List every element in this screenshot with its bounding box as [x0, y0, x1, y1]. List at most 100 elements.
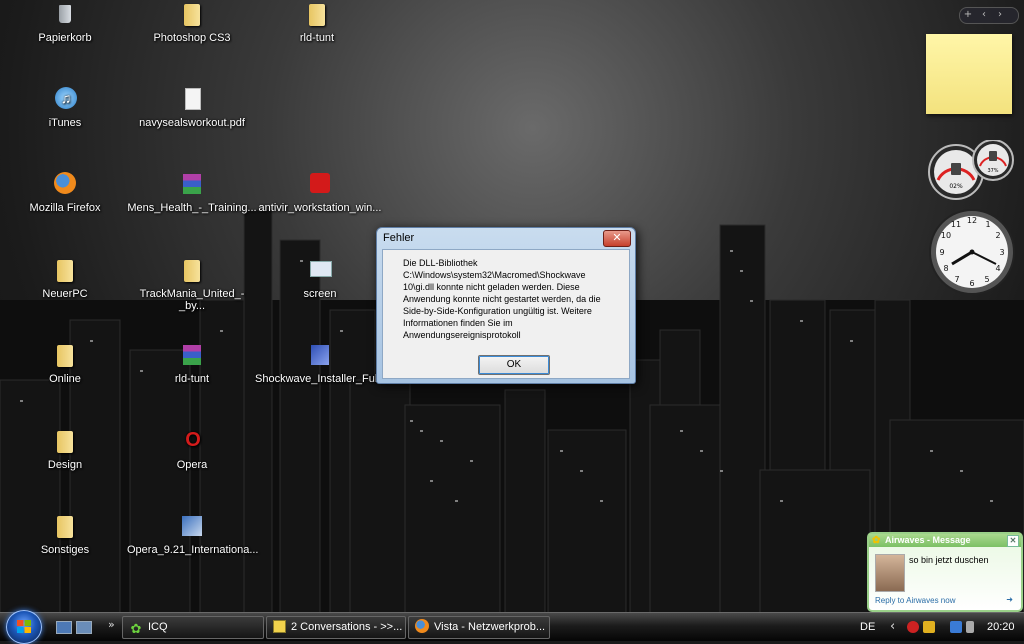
start-button[interactable] [6, 610, 42, 644]
folder-icon [52, 343, 78, 369]
desktop-icon-navysealsworkout-pdf[interactable]: navysealsworkout.pdf [127, 87, 257, 129]
windows-logo-icon [17, 620, 31, 633]
desktop-icon-label: navysealsworkout.pdf [139, 117, 245, 129]
task-label: ICQ [148, 621, 168, 633]
conversation-icon [273, 620, 286, 633]
desktop-icon-label: Mozilla Firefox [29, 202, 101, 214]
svg-text:9: 9 [939, 248, 944, 257]
cpu-meter-gadget[interactable]: 02% 37% [926, 140, 1016, 200]
installer-icon [307, 343, 333, 369]
sidebar-controls: + ‹ › [959, 7, 1019, 24]
taskbar-clock[interactable]: 20:20 [987, 621, 1015, 633]
svg-text:4: 4 [995, 264, 1000, 273]
desktop-icon-label: Shockwave_Installer_Full... [255, 373, 389, 385]
arrow-right-icon: ➜ [1006, 595, 1013, 604]
desktop-icon-sonstiges[interactable]: Sonstiges [0, 514, 130, 556]
svg-text:7: 7 [954, 275, 959, 284]
firefox-icon [52, 172, 78, 198]
itunes-icon [52, 87, 78, 113]
ram-usage-readout: 37% [987, 168, 998, 174]
previous-page-button[interactable]: ‹ [976, 8, 992, 22]
desktop-icon-label: screen [303, 288, 337, 300]
volume-icon[interactable] [966, 621, 974, 633]
desktop-icon-antivir-workstation[interactable]: antivir_workstation_win... [255, 172, 385, 214]
document-icon [179, 87, 205, 113]
desktop-icon-design[interactable]: Design [0, 429, 130, 471]
desktop-icon-label: Papierkorb [38, 32, 92, 44]
desktop-icon-label: Sonstiges [40, 544, 90, 556]
security-center-icon[interactable] [907, 621, 919, 633]
desktop-icon-mens-health-training[interactable]: Mens_Health_-_Training... [127, 172, 257, 214]
next-page-button[interactable]: › [992, 8, 1008, 22]
show-hidden-icons-button[interactable]: ‹ [890, 619, 895, 634]
svg-text:5: 5 [984, 275, 989, 284]
quicklaunch-more-button[interactable]: » [108, 618, 115, 631]
clock-gadget[interactable]: 12 12 3 45 6 78 9 1011 [928, 208, 1016, 296]
desktop-icon-label: rld-tunt [174, 373, 210, 385]
desktop-icon-rld-tunt-folder[interactable]: rld-tunt [252, 2, 382, 44]
svg-text:12: 12 [967, 216, 977, 225]
desktop-icon-trackmania-united[interactable]: TrackMania_United_-_by... [127, 258, 257, 312]
folder-icon [304, 2, 330, 28]
taskbar-button-firefox[interactable]: Vista - Netzwerkprob... [408, 616, 550, 639]
avatar [875, 554, 905, 592]
folder-icon [52, 258, 78, 284]
winrar-archive-icon [179, 172, 205, 198]
image-file-icon [307, 258, 333, 284]
desktop-icon-mozilla-firefox[interactable]: Mozilla Firefox [0, 172, 130, 214]
taskbar-button-conversations[interactable]: 2 Conversations - >>... [266, 616, 406, 639]
desktop-icon-label: Design [47, 459, 83, 471]
firefox-icon [415, 619, 429, 633]
desktop-icon-shockwave-installer[interactable]: Shockwave_Installer_Full... [255, 343, 389, 385]
icq-popup-title: Airwaves - Message [885, 535, 971, 545]
desktop-icon-photoshop-cs3[interactable]: Photoshop CS3 [127, 2, 257, 44]
desktop-icon-label: NeuerPC [42, 288, 88, 300]
ok-button[interactable]: OK [478, 355, 550, 375]
avira-icon [307, 172, 333, 198]
folder-icon [179, 258, 205, 284]
error-dialog[interactable]: Fehler ✕ Die DLL-Bibliothek C:\Windows\s… [376, 227, 636, 384]
task-label: Vista - Netzwerkprob... [434, 621, 546, 633]
network-icon[interactable] [950, 621, 962, 633]
desktop-icon-papierkorb[interactable]: Papierkorb [0, 2, 130, 44]
folder-icon [179, 2, 205, 28]
taskbar-button-icq[interactable]: ✿ ICQ [122, 616, 264, 639]
icq-flower-icon: ✿ [872, 535, 881, 546]
folder-icon [52, 514, 78, 540]
switch-windows-icon[interactable] [76, 621, 92, 634]
desktop-icon-rld-tunt-archive[interactable]: rld-tunt [127, 343, 257, 385]
desktop-icon-online[interactable]: Online [0, 343, 130, 385]
desktop-icon-label: Opera [176, 459, 208, 471]
desktop-icon-itunes[interactable]: iTunes [0, 87, 130, 129]
show-desktop-icon[interactable] [56, 621, 72, 634]
cpu-usage-readout: 02% [949, 183, 963, 190]
taskbar: » ✿ ICQ 2 Conversations - >>... Vista - N… [0, 610, 1024, 644]
desktop-icon-opera[interactable]: Opera [127, 429, 257, 471]
dialog-message: Die DLL-Bibliothek C:\Windows\system32\M… [403, 258, 601, 340]
desktop-icon-label: rld-tunt [299, 32, 335, 44]
icq-reply-link[interactable]: Reply to Airwaves now [875, 596, 955, 605]
folder-icon [52, 429, 78, 455]
close-icon[interactable]: ✕ [1007, 535, 1019, 547]
desktop-icon-label: TrackMania_United_-_by... [139, 288, 245, 312]
notes-gadget[interactable] [926, 34, 1012, 114]
svg-text:10: 10 [941, 231, 951, 240]
antivirus-tray-icon[interactable] [923, 621, 935, 633]
svg-text:6: 6 [969, 279, 974, 288]
icq-message-text: so bin jetzt duschen [909, 555, 989, 565]
close-button[interactable]: ✕ [603, 230, 631, 247]
svg-text:11: 11 [951, 220, 961, 229]
icq-popup-header: ✿ Airwaves - Message ✕ [869, 534, 1021, 547]
dialog-body: Die DLL-Bibliothek C:\Windows\system32\M… [382, 249, 630, 379]
desktop-icon-label: antivir_workstation_win... [258, 202, 382, 214]
add-gadget-button[interactable]: + [960, 8, 976, 22]
svg-text:1: 1 [985, 220, 990, 229]
desktop-icon-label: Photoshop CS3 [153, 32, 231, 44]
icq-message-popup[interactable]: ✿ Airwaves - Message ✕ so bin jetzt dusc… [867, 532, 1023, 612]
desktop-icon-opera-installer[interactable]: Opera_9.21_Internationa... [127, 514, 258, 556]
desktop-icon-neuerpc[interactable]: NeuerPC [0, 258, 130, 300]
recycle-bin-icon [52, 2, 78, 28]
language-indicator[interactable]: DE [860, 621, 875, 633]
desktop-icon-screen[interactable]: screen [255, 258, 385, 300]
installer-icon [179, 514, 205, 540]
